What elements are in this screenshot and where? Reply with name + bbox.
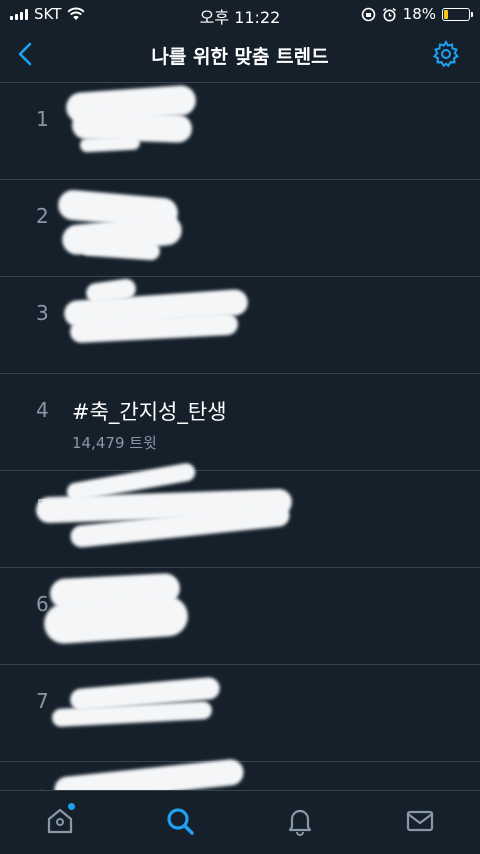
battery-level <box>444 9 448 19</box>
trend-row[interactable]: 5 <box>0 461 480 568</box>
gear-icon[interactable] <box>432 40 460 68</box>
page-title: 나를 위한 맞춤 트렌드 <box>151 46 329 68</box>
trend-row[interactable]: 6 <box>0 568 480 665</box>
trend-name: #축_간지성_탄생 <box>72 400 227 424</box>
alarm-icon <box>382 7 396 21</box>
messages-icon[interactable] <box>404 805 436 837</box>
search-icon[interactable] <box>164 805 196 837</box>
trend-rank: 2 <box>36 204 49 228</box>
trend-row[interactable]: 8 <box>0 758 480 791</box>
status-right: 18% <box>361 5 473 23</box>
redaction-scribble <box>53 758 245 791</box>
top-nav: 나를 위한 맞춤 트렌드 <box>0 28 480 83</box>
trend-row[interactable]: 3 <box>0 277 480 374</box>
trend-rank: 7 <box>36 689 49 713</box>
trend-rank: 1 <box>36 107 49 131</box>
trend-rank: 3 <box>36 301 49 325</box>
redaction-scribble <box>42 595 190 645</box>
notifications-icon[interactable] <box>284 805 316 837</box>
trends-list: 1 2 3 4 #축_간지성_탄생 14,479 트윗 5 6 <box>0 83 480 791</box>
battery-percent: 18% <box>402 5 436 23</box>
status-bar: SKT 오후 11:22 18% <box>0 0 480 28</box>
trend-count: 14,479 트윗 <box>72 434 157 452</box>
battery-icon <box>442 7 473 21</box>
tab-bar <box>0 790 480 854</box>
trend-row[interactable]: 7 <box>0 665 480 762</box>
rotation-lock-icon <box>361 7 375 21</box>
notification-dot <box>68 803 75 810</box>
trend-row[interactable]: 2 <box>0 180 480 277</box>
trend-row[interactable]: 4 #축_간지성_탄생 14,479 트윗 <box>0 374 480 471</box>
trend-rank: 4 <box>36 398 49 422</box>
redaction-scribble <box>79 135 141 153</box>
trend-row[interactable]: 1 <box>0 83 480 180</box>
